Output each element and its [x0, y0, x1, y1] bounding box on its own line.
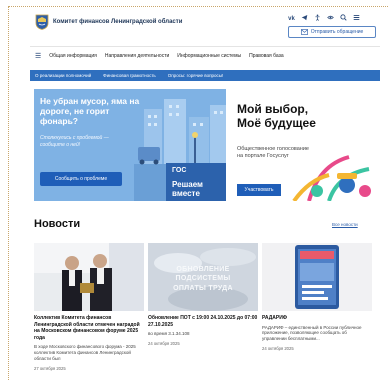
- news-title[interactable]: Обновление ПОТ с 19:00 24.10.2025 до 07:…: [148, 315, 258, 328]
- news-card[interactable]: ОБНОВЛЕНИЕ ПОДСИСТЕМЫ ОПЛАТЫ ТРУДА Обнов…: [148, 243, 258, 346]
- nav-item-legal[interactable]: Правовая база: [249, 53, 284, 59]
- gos-label: ГОС: [172, 167, 187, 174]
- news-excerpt: во время 3.1.34.108: [148, 331, 190, 336]
- vk-icon[interactable]: vk: [288, 16, 295, 22]
- news-excerpt: В ходе Московского финансового форума - …: [34, 344, 136, 361]
- quick-link-fin-literacy[interactable]: Финансовая грамотность: [103, 73, 156, 78]
- vote-banner[interactable]: Мой выбор, Моё будущее Общественное голо…: [231, 89, 380, 201]
- main-nav: ☰ Общая информация Направления деятельно…: [30, 50, 380, 62]
- telegram-icon[interactable]: [301, 14, 308, 23]
- banner-headline: Не убран мусор, яма на дороге, не горит …: [40, 96, 140, 126]
- news-date: 27 октября 2025: [34, 365, 66, 371]
- report-problem-button[interactable]: Сообщить о проблеме: [40, 172, 122, 186]
- quick-link-polls[interactable]: Опросы: горячие вопросы!: [168, 73, 224, 78]
- search-icon[interactable]: [340, 14, 347, 23]
- nav-item-general[interactable]: Общая информация: [49, 53, 97, 59]
- vote-banner-title: Мой выбор, Моё будущее: [237, 102, 316, 130]
- news-card[interactable]: Коллектив Комитета финансов Ленинградско…: [34, 243, 144, 371]
- news-photo-award[interactable]: [34, 243, 144, 311]
- mail-icon: [300, 29, 308, 35]
- header-divider: [30, 46, 380, 47]
- burger-icon[interactable]: ☰: [35, 52, 41, 60]
- site-title[interactable]: Комитет финансов Ленинградской области: [53, 19, 182, 25]
- nav-item-info-systems[interactable]: Информационные системы: [177, 53, 241, 59]
- news-image-pot-update[interactable]: ОБНОВЛЕНИЕ ПОДСИСТЕМЫ ОПЛАТЫ ТРУДА: [148, 243, 258, 311]
- send-appeal-button[interactable]: Отправить обращение: [288, 26, 376, 38]
- news-excerpt: РАДАРИФ – единственный в России публично…: [262, 324, 362, 342]
- participate-button[interactable]: Участвовать: [237, 184, 281, 196]
- eye-icon[interactable]: [327, 14, 334, 23]
- news-date: 24 октября 2025: [262, 346, 294, 352]
- problem-report-banner[interactable]: Не убран мусор, яма на дороге, не горит …: [34, 89, 226, 201]
- quick-link-powers[interactable]: О реализации полномочий: [35, 73, 91, 78]
- news-title[interactable]: Коллектив Комитета финансов Ленинградско…: [34, 315, 144, 341]
- site-header: Комитет финансов Ленинградской области v…: [30, 10, 380, 46]
- banner-subtext: Столкнулись с проблемой — сообщите о ней…: [40, 135, 109, 148]
- news-image-caption: ОБНОВЛЕНИЕ ПОДСИСТЕМЫ ОПЛАТЫ ТРУДА: [173, 266, 233, 292]
- coat-of-arms-icon[interactable]: [35, 14, 49, 30]
- news-image-radarif[interactable]: [262, 243, 372, 311]
- news-date: 24 октября 2025: [148, 340, 180, 346]
- nav-item-directions[interactable]: Направления деятельности: [105, 53, 169, 59]
- quick-links-bar: О реализации полномочий Финансовая грамо…: [30, 70, 380, 81]
- send-appeal-label: Отправить обращение: [310, 29, 364, 35]
- menu-icon[interactable]: [353, 14, 360, 23]
- news-title[interactable]: РАДАРИФ: [262, 315, 372, 322]
- gosuslugi-badge: ГОС Решаем вместе: [166, 163, 226, 201]
- news-card[interactable]: РАДАРИФ РАДАРИФ – единственный в России …: [262, 243, 372, 351]
- all-news-link[interactable]: Все новости: [332, 222, 358, 227]
- page: Комитет финансов Ленинградской области v…: [30, 10, 380, 380]
- gos-slogan: Решаем вместе: [172, 180, 203, 198]
- news-heading: Новости: [34, 218, 81, 230]
- accessibility-icon[interactable]: [314, 14, 321, 23]
- vote-illustration: [292, 155, 371, 201]
- header-icons: vk: [288, 14, 360, 23]
